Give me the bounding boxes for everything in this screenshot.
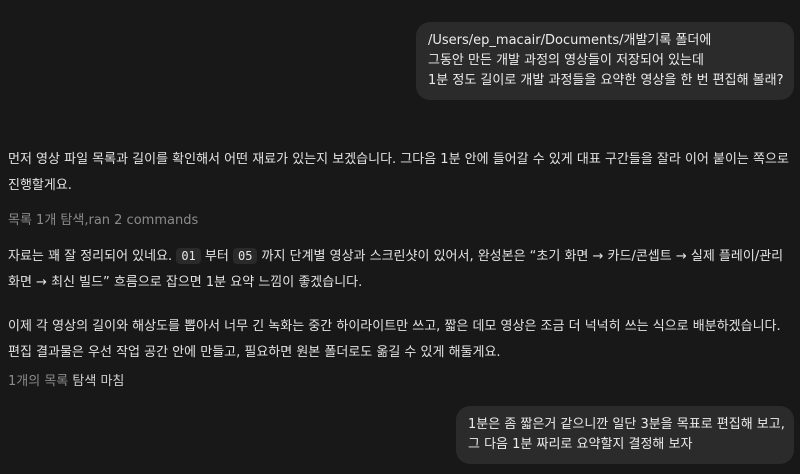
user-message-line: 1분 정도 길이로 개발 과정들을 요약한 영상을 한 번 편집해 볼래? bbox=[428, 73, 784, 88]
inline-code: 01 bbox=[176, 248, 201, 264]
user-message-bubble: /Users/ep_macair/Documents/개발기록 폴더에 그동안 … bbox=[416, 22, 794, 100]
user-message-line: /Users/ep_macair/Documents/개발기록 폴더에 bbox=[428, 33, 712, 48]
assistant-message: 먼저 영상 파일 목록과 길이를 확인해서 어떤 재료가 있는지 보겠습니다. … bbox=[8, 152, 789, 193]
tool-activity-summary[interactable]: 1개의 목록 탐색 마침 bbox=[8, 372, 124, 392]
status-text: 1개의 목록 bbox=[8, 374, 73, 389]
assistant-message: 이제 각 영상의 길이와 해상도를 뽑아서 너무 긴 녹화는 중간 하이라이트만… bbox=[8, 319, 781, 360]
user-message-bubble: 1분은 좀 짧은거 같으니깐 일단 3분을 목표로 편집해 보고, 그 다음 1… bbox=[456, 406, 794, 464]
assistant-message: 자료는 꽤 잘 정리되어 있네요. 01 부터 05 까지 단계별 영상과 스크… bbox=[8, 243, 794, 296]
tool-activity-summary[interactable]: 목록 1개 탐색,ran 2 commands bbox=[8, 211, 198, 231]
user-message-line: 1분은 좀 짧은거 같으니깐 일단 3분을 목표로 편집해 보고, bbox=[468, 417, 785, 432]
user-message-line: 그동안 만든 개발 과정의 영상들이 저장되어 있는데 bbox=[428, 53, 704, 68]
assistant-text: 부터 bbox=[200, 249, 233, 264]
assistant-text: 자료는 꽤 잘 정리되어 있네요. bbox=[8, 249, 177, 264]
status-text-strong: 탐색 마침 bbox=[72, 374, 125, 389]
user-message-line: 그 다음 1분 짜리로 요약할지 결정해 보자 bbox=[468, 437, 693, 452]
inline-code: 05 bbox=[232, 248, 258, 264]
